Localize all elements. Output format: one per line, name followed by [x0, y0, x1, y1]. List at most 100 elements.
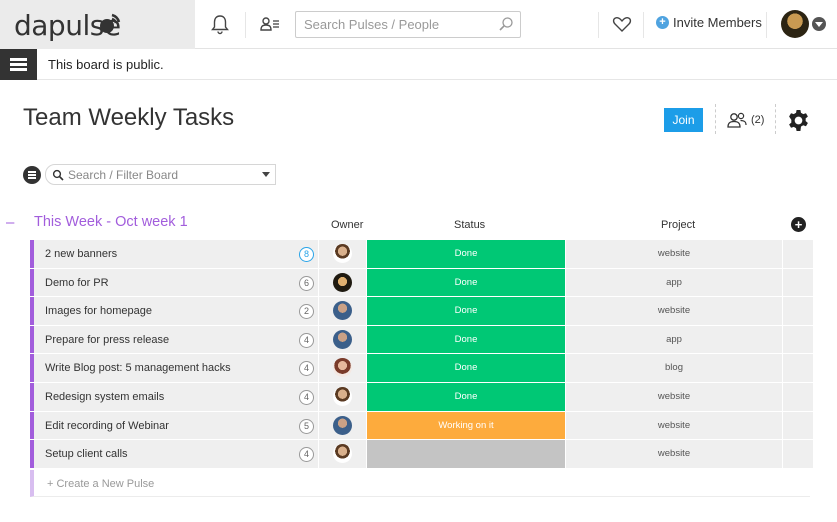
pulse-name[interactable]: Edit recording of Webinar — [45, 420, 169, 432]
create-new-pulse-label: + Create a New Pulse — [47, 478, 155, 490]
owner-cell[interactable] — [319, 411, 366, 440]
pulse-name-cell[interactable]: Prepare for press release 4 — [30, 325, 318, 354]
owner-avatar[interactable] — [333, 301, 352, 321]
column-header-status[interactable]: Status — [454, 219, 485, 231]
search-input[interactable] — [296, 12, 486, 37]
pulse-name-cell[interactable]: Images for homepage 2 — [30, 297, 318, 325]
table-row[interactable]: Prepare for press release 4 Done app — [30, 325, 813, 355]
logo-signal-icon — [100, 13, 121, 33]
owner-cell[interactable] — [319, 354, 366, 382]
empty-cell[interactable] — [783, 297, 813, 325]
pulse-name[interactable]: Write Blog post: 5 management hacks — [45, 362, 231, 374]
search-icon[interactable] — [498, 16, 514, 32]
status-cell[interactable]: Done — [367, 325, 565, 354]
search-icon — [52, 169, 64, 181]
invite-members-button[interactable]: + Invite Members — [656, 15, 762, 30]
pulse-name-cell[interactable]: Edit recording of Webinar 5 — [30, 411, 318, 440]
table-row[interactable]: Write Blog post: 5 management hacks 4 Done… — [30, 354, 813, 383]
project-cell[interactable]: website — [566, 411, 782, 440]
status-cell[interactable]: Working on it — [367, 411, 565, 440]
status-cell[interactable]: Done — [367, 240, 565, 268]
pulse-name[interactable]: Images for homepage — [45, 305, 152, 317]
updates-count-badge[interactable]: 6 — [299, 275, 314, 291]
table-row[interactable]: Images for homepage 2 Done website — [30, 297, 813, 326]
project-cell[interactable]: website — [566, 240, 782, 268]
pulse-name[interactable]: Demo for PR — [45, 277, 109, 289]
filter-dropdown-icon[interactable] — [262, 172, 270, 177]
owner-avatar[interactable] — [333, 329, 352, 349]
hamburger-menu-button[interactable] — [0, 49, 37, 80]
user-avatar[interactable] — [781, 10, 809, 38]
pulse-name-cell[interactable]: Setup client calls 4 — [30, 440, 318, 468]
table-row[interactable]: Demo for PR 6 Done app — [30, 268, 813, 298]
owner-cell[interactable] — [319, 382, 366, 411]
table-row[interactable]: 2 new banners 8 Done website — [30, 240, 813, 269]
status-cell[interactable]: Done — [367, 354, 565, 382]
empty-cell[interactable] — [783, 268, 813, 297]
pulse-name[interactable]: Prepare for press release — [45, 334, 169, 346]
group-collapse-toggle[interactable]: – — [6, 214, 14, 231]
project-cell[interactable]: website — [566, 382, 782, 411]
account-dropdown-icon[interactable] — [812, 17, 826, 31]
gear-icon[interactable] — [787, 109, 810, 132]
board-members-button[interactable]: (2) — [726, 111, 764, 129]
add-column-button[interactable]: + — [791, 217, 806, 232]
empty-cell[interactable] — [783, 354, 813, 382]
project-cell[interactable]: app — [566, 268, 782, 297]
group-title[interactable]: This Week - Oct week 1 — [34, 214, 188, 230]
owner-avatar[interactable] — [333, 358, 352, 378]
create-new-pulse-row[interactable]: + Create a New Pulse — [30, 470, 810, 497]
project-cell[interactable]: app — [566, 325, 782, 354]
updates-count-badge[interactable]: 4 — [299, 332, 314, 348]
project-cell[interactable]: website — [566, 440, 782, 468]
table-row[interactable]: Setup client calls 4 website — [30, 440, 813, 469]
updates-count-badge[interactable]: 2 — [299, 304, 314, 320]
board-title[interactable]: Team Weekly Tasks — [23, 104, 234, 132]
empty-cell[interactable] — [783, 382, 813, 411]
empty-cell[interactable] — [783, 325, 813, 354]
pulse-name-cell[interactable]: Redesign system emails 4 — [30, 382, 318, 411]
status-cell[interactable] — [367, 440, 565, 468]
pulse-name-cell[interactable]: 2 new banners 8 — [30, 240, 318, 268]
table-row[interactable]: Redesign system emails 4 Done website — [30, 382, 813, 412]
owner-avatar[interactable] — [333, 272, 352, 292]
owner-avatar[interactable] — [333, 415, 352, 435]
pulse-name-cell[interactable]: Demo for PR 6 — [30, 268, 318, 297]
logo-area[interactable]: dapulse — [0, 0, 195, 49]
column-header-project[interactable]: Project — [661, 219, 695, 231]
owner-cell[interactable] — [319, 297, 366, 325]
bell-icon[interactable] — [209, 13, 231, 35]
updates-count-badge[interactable]: 4 — [299, 447, 314, 463]
join-button[interactable]: Join — [664, 108, 703, 132]
status-cell[interactable]: Done — [367, 268, 565, 297]
owner-cell[interactable] — [319, 440, 366, 468]
owner-avatar[interactable] — [333, 386, 352, 406]
updates-count-badge[interactable]: 8 — [299, 247, 314, 262]
table-row[interactable]: Edit recording of Webinar 5 Working on it w… — [30, 411, 813, 441]
empty-cell[interactable] — [783, 411, 813, 440]
updates-count-badge[interactable]: 4 — [299, 361, 314, 377]
board-menu-button[interactable] — [23, 166, 41, 184]
filter-board-input[interactable] — [68, 167, 248, 183]
pulse-name[interactable]: 2 new banners — [45, 248, 117, 260]
project-cell[interactable]: website — [566, 297, 782, 325]
status-cell[interactable]: Done — [367, 297, 565, 325]
pulse-name-cell[interactable]: Write Blog post: 5 management hacks 4 — [30, 354, 318, 382]
filter-box — [45, 164, 276, 185]
owner-avatar[interactable] — [333, 244, 352, 263]
column-header-owner[interactable]: Owner — [331, 219, 363, 231]
owner-cell[interactable] — [319, 240, 366, 268]
pulse-name[interactable]: Setup client calls — [45, 448, 128, 460]
project-cell[interactable]: blog — [566, 354, 782, 382]
status-cell[interactable]: Done — [367, 382, 565, 411]
updates-count-badge[interactable]: 5 — [299, 418, 314, 434]
people-list-icon[interactable] — [259, 13, 281, 35]
pulse-name[interactable]: Redesign system emails — [45, 391, 164, 403]
owner-avatar[interactable] — [333, 444, 352, 464]
empty-cell[interactable] — [783, 240, 813, 268]
updates-count-badge[interactable]: 4 — [299, 389, 314, 405]
owner-cell[interactable] — [319, 268, 366, 297]
heart-icon[interactable] — [611, 13, 633, 35]
empty-cell[interactable] — [783, 440, 813, 468]
owner-cell[interactable] — [319, 325, 366, 354]
